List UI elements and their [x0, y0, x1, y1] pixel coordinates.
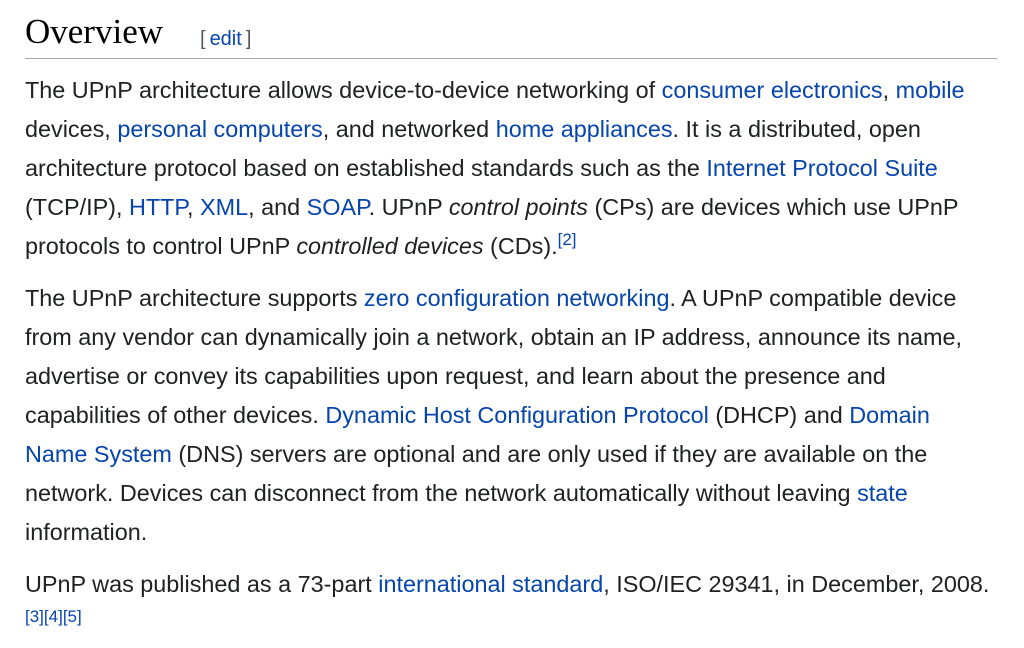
- edit-section-link-group: [edit]: [200, 27, 251, 51]
- citation-link-3[interactable]: [3]: [25, 607, 44, 626]
- link-international-standard[interactable]: international standard: [378, 571, 603, 597]
- italic-controlled-devices: controlled devices: [296, 233, 484, 259]
- link-dhcp[interactable]: Dynamic Host Configuration Protocol: [325, 402, 709, 428]
- section-heading-row: Overview [edit]: [25, 0, 997, 59]
- text-run: , ISO/IEC 29341, in December, 2008.: [603, 571, 990, 597]
- citation-link-4[interactable]: [4]: [44, 607, 63, 626]
- article-content: Overview [edit] The UPnP architecture al…: [25, 0, 997, 625]
- text-run: ,: [187, 194, 201, 220]
- text-run: (DHCP) and: [708, 402, 850, 428]
- citation-link-5[interactable]: [5]: [63, 607, 82, 626]
- link-state[interactable]: state: [857, 480, 908, 506]
- citation-refs: [3][4][5]: [25, 607, 82, 626]
- paragraph-standard: UPnP was published as a 73-part internat…: [25, 565, 997, 643]
- text-run: (TCP/IP),: [25, 194, 129, 220]
- edit-bracket-open: [: [200, 28, 206, 50]
- paragraph-zero-configuration: The UPnP architecture supports zero conf…: [25, 279, 997, 552]
- link-http[interactable]: HTTP: [129, 194, 187, 220]
- text-run: , and networked: [322, 116, 496, 142]
- link-mobile[interactable]: mobile: [896, 77, 965, 103]
- citation-ref: [2]: [558, 230, 577, 249]
- text-run: . UPnP: [368, 194, 449, 220]
- text-run: , and: [248, 194, 307, 220]
- edit-link[interactable]: edit: [210, 28, 242, 50]
- link-internet-protocol-suite[interactable]: Internet Protocol Suite: [706, 155, 937, 181]
- italic-control-points: control points: [448, 194, 588, 220]
- text-run: ,: [882, 77, 896, 103]
- link-personal-computers[interactable]: personal computers: [117, 116, 322, 142]
- text-run: The UPnP architecture allows device-to-d…: [25, 77, 662, 103]
- text-run: The UPnP architecture supports: [25, 285, 364, 311]
- paragraph-architecture: The UPnP architecture allows device-to-d…: [25, 71, 997, 266]
- link-zero-configuration-networking[interactable]: zero configuration networking: [364, 285, 670, 311]
- link-consumer-electronics[interactable]: consumer electronics: [662, 77, 883, 103]
- text-run: UPnP was published as a 73-part: [25, 571, 379, 597]
- link-xml[interactable]: XML: [200, 194, 248, 220]
- citation-link-2[interactable]: [2]: [558, 230, 577, 249]
- edit-bracket-close: ]: [245, 28, 252, 50]
- text-run: (CDs).: [483, 233, 558, 259]
- text-run: devices,: [25, 116, 118, 142]
- link-soap[interactable]: SOAP: [307, 194, 369, 220]
- section-title: Overview: [25, 12, 164, 51]
- text-run: information.: [25, 519, 148, 545]
- link-home-appliances[interactable]: home appliances: [496, 116, 673, 142]
